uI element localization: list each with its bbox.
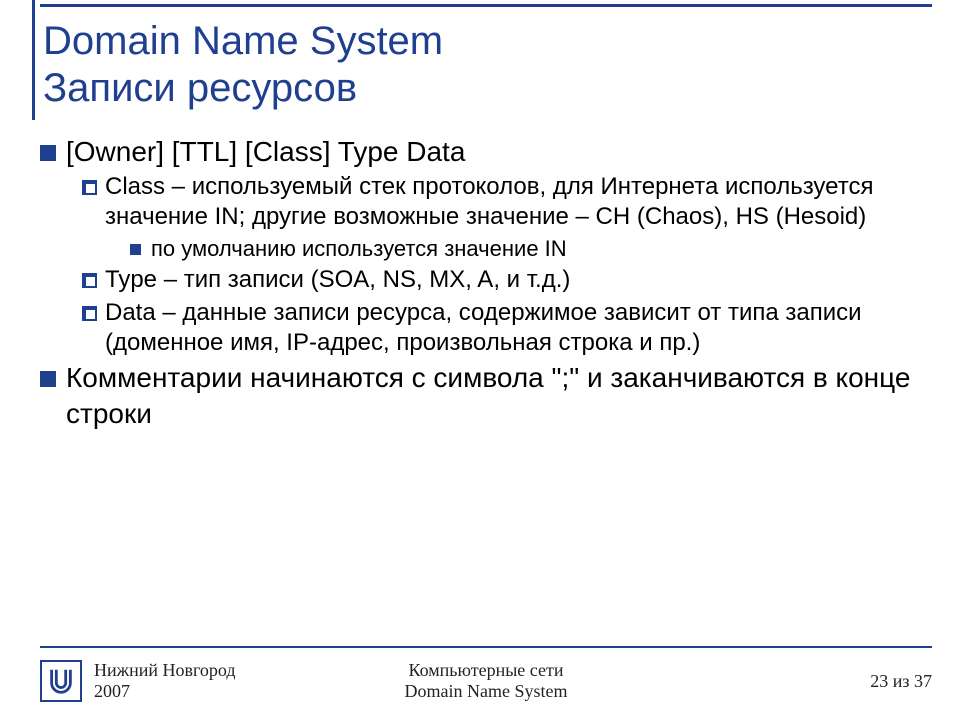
footer-rule (40, 646, 932, 648)
title-line-1: Domain Name System (43, 18, 932, 65)
bullet-level2: Data – данные записи ресурса, содержимое… (82, 298, 932, 358)
square-bullet-icon (40, 371, 56, 387)
bullet-level1: [Owner] [TTL] [Class] Type Data (40, 134, 932, 170)
bullet-text: по умолчанию используется значение IN (151, 235, 567, 264)
logo-glyph-icon (46, 666, 76, 696)
small-square-bullet-icon (130, 244, 141, 255)
page-number: 23 из 37 (870, 671, 932, 692)
title-block: Domain Name System Записи ресурсов (32, 0, 932, 120)
square-bullet-icon (40, 145, 56, 161)
bullet-level1: Комментарии начинаются с символа ";" и з… (40, 360, 932, 432)
footer: Нижний Новгород 2007 Компьютерные сети D… (40, 656, 932, 706)
hollow-square-bullet-icon (82, 306, 97, 321)
footer-location: Нижний Новгород (94, 660, 236, 681)
bullet-text: [Owner] [TTL] [Class] Type Data (66, 134, 465, 170)
hollow-square-bullet-icon (82, 273, 97, 288)
footer-year: 2007 (94, 681, 236, 702)
bullet-level3: по умолчанию используется значение IN (130, 235, 932, 264)
hollow-square-bullet-icon (82, 180, 97, 195)
bullet-text: Data – данные записи ресурса, содержимое… (105, 298, 932, 358)
bullet-text: Type – тип записи (SOA, NS, MX, A, и т.д… (105, 265, 570, 295)
footer-left: Нижний Новгород 2007 (94, 660, 236, 701)
slide-body: [Owner] [TTL] [Class] Type Data Class – … (40, 120, 932, 431)
bullet-text: Class – используемый стек протоколов, дл… (105, 172, 932, 232)
bullet-level2: Type – тип записи (SOA, NS, MX, A, и т.д… (82, 265, 932, 295)
university-logo (40, 660, 82, 702)
top-rule (40, 4, 932, 7)
bullet-text: Комментарии начинаются с символа ";" и з… (66, 360, 932, 432)
slide: Domain Name System Записи ресурсов [Owne… (0, 0, 960, 720)
bullet-level2: Class – используемый стек протоколов, дл… (82, 172, 932, 232)
title-line-2: Записи ресурсов (43, 65, 932, 112)
